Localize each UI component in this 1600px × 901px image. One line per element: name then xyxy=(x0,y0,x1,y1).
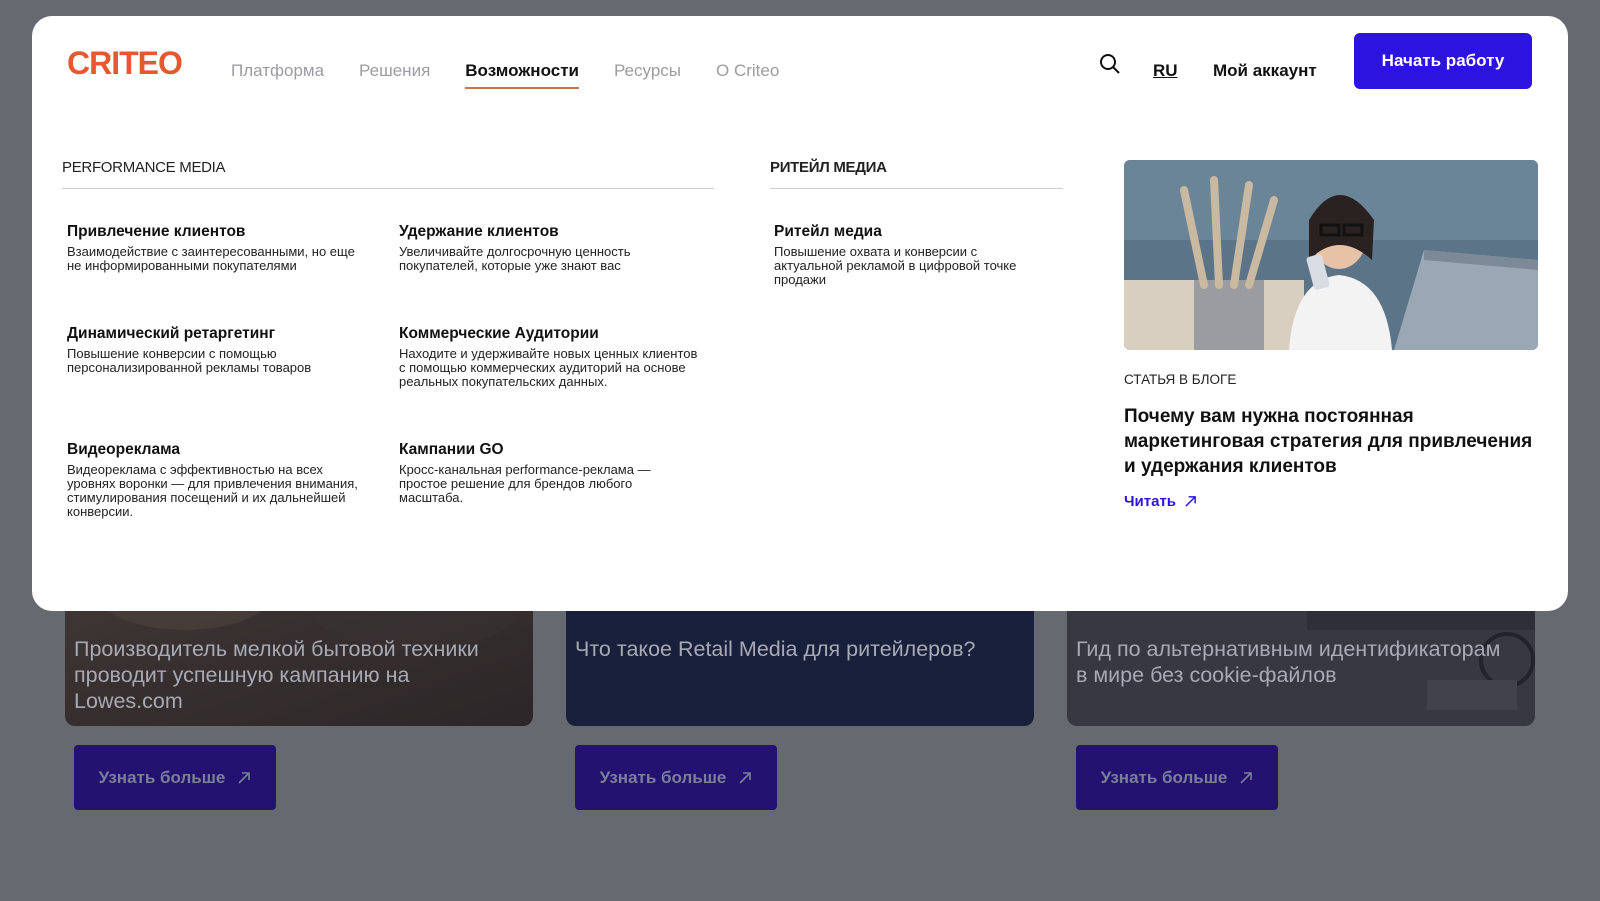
arrow-up-right-icon xyxy=(739,771,752,784)
performance-media-heading: PERFORMANCE MEDIA xyxy=(62,159,226,176)
read-article-label: Читать xyxy=(1124,493,1177,510)
menu-item-title: Динамический ретаргетинг xyxy=(67,325,276,342)
menu-item-title: Привлечение клиентов xyxy=(67,223,246,240)
menu-item-title: Коммерческие Аудитории xyxy=(399,325,599,342)
nav-item-about[interactable]: О Criteo xyxy=(716,61,779,81)
main-nav: Платформа Решения Возможности Ресурсы О … xyxy=(231,61,779,89)
search-icon[interactable] xyxy=(1098,52,1122,76)
section-divider xyxy=(770,188,1063,189)
menu-item-video[interactable]: Видеореклама Видеореклама с эффективност… xyxy=(67,441,367,519)
menu-item-description: Взаимодействие с заинтересованными, но е… xyxy=(67,244,355,273)
menu-item-commerce-audiences[interactable]: Коммерческие Аудитории Находите и удержи… xyxy=(399,325,699,389)
menu-item-description: Кросс-канальная performance-реклама — пр… xyxy=(399,462,651,505)
menu-item-title: Видеореклама xyxy=(67,441,181,458)
menu-item-title: Удержание клиентов xyxy=(399,223,559,240)
nav-item-platform[interactable]: Платформа xyxy=(231,61,324,81)
arrow-up-right-icon xyxy=(1185,496,1196,507)
criteo-logo-text: CRITEO xyxy=(67,46,182,78)
nav-item-resources[interactable]: Ресурсы xyxy=(614,61,681,81)
learn-more-label: Узнать больше xyxy=(1100,767,1228,787)
menu-item-go-campaigns[interactable]: Кампании GO Кросс-канальная performance-… xyxy=(399,441,699,505)
menu-item-acquisition[interactable]: Привлечение клиентов Взаимодействие с за… xyxy=(67,223,367,273)
get-started-button[interactable]: Начать работу xyxy=(1354,33,1532,89)
learn-more-label: Узнать больше xyxy=(98,767,226,787)
background-card-3-caption: Гид по альтернативным идентификаторам в … xyxy=(1076,637,1501,687)
menu-item-description: Видеореклама с эффективностью на всех ур… xyxy=(67,462,358,519)
arrow-up-right-icon xyxy=(238,771,251,784)
nav-item-capabilities[interactable]: Возможности xyxy=(465,61,579,89)
nav-item-solutions[interactable]: Решения xyxy=(359,61,430,81)
retail-media-heading: РИТЕЙЛ МЕДИА xyxy=(770,159,887,176)
background-card-1-caption: Производитель мелкой бытовой техники про… xyxy=(74,637,479,713)
read-article-link[interactable]: Читать xyxy=(1124,493,1197,510)
learn-more-button-2[interactable]: Узнать больше xyxy=(575,745,777,810)
blog-article-title[interactable]: Почему вам нужна постоянная маркетингова… xyxy=(1124,404,1540,479)
menu-item-description: Находите и удерживайте новых ценных клие… xyxy=(399,346,698,389)
learn-more-label: Узнать больше xyxy=(599,767,727,787)
blog-article-label: СТАТЬЯ В БЛОГЕ xyxy=(1124,372,1237,387)
blog-article-image[interactable] xyxy=(1124,160,1538,350)
criteo-logo[interactable]: CRITEO xyxy=(67,46,197,78)
section-divider xyxy=(62,188,714,189)
language-switch[interactable]: RU xyxy=(1153,61,1178,81)
menu-item-retail-media[interactable]: Ритейл медиа Повышение охвата и конверси… xyxy=(774,223,1034,287)
arrow-up-right-icon xyxy=(1240,771,1253,784)
menu-item-description: Повышение конверсии с помощью персонализ… xyxy=(67,346,312,375)
menu-item-title: Кампании GO xyxy=(399,441,504,458)
menu-item-description: Повышение охвата и конверсии с актуально… xyxy=(774,244,1017,287)
menu-item-retention[interactable]: Удержание клиентов Увеличивайте долгосро… xyxy=(399,223,699,273)
learn-more-button-1[interactable]: Узнать больше xyxy=(74,745,276,810)
menu-item-dynamic-retargeting[interactable]: Динамический ретаргетинг Повышение конве… xyxy=(67,325,367,375)
background-card-2-caption: Что такое Retail Media для ритейлеров? xyxy=(575,637,976,661)
mega-menu-panel: CRITEO Платформа Решения Возможности Рес… xyxy=(32,16,1568,611)
menu-item-description: Увеличивайте долгосрочную ценность покуп… xyxy=(399,244,631,273)
my-account-link[interactable]: Мой аккаунт xyxy=(1213,61,1317,81)
learn-more-button-3[interactable]: Узнать больше xyxy=(1076,745,1278,810)
menu-item-title: Ритейл медиа xyxy=(774,223,882,240)
